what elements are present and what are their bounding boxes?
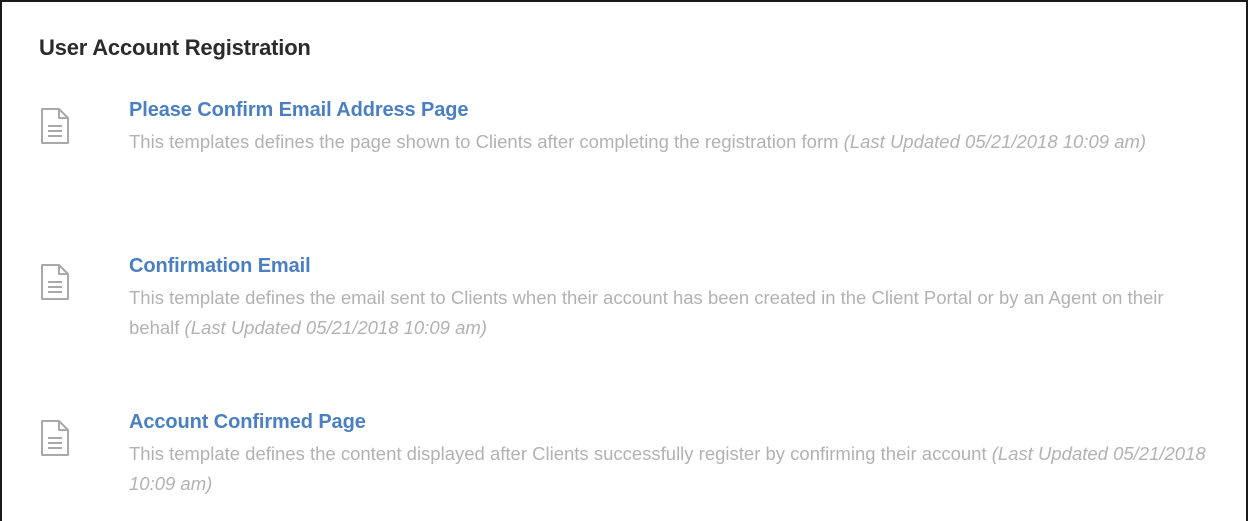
last-updated: (Last Updated 05/21/2018 10:09 am) [184,317,487,338]
template-item-please-confirm-email: Please Confirm Email Address Page This t… [2,97,1246,207]
last-updated: (Last Updated 05/21/2018 10:09 am) [843,131,1147,152]
document-icon [40,419,70,457]
template-item-confirmation-email: Confirmation Email This template defines… [2,253,1246,363]
section-title: User Account Registration [39,35,311,60]
template-description: This templates defines the page shown to… [129,127,1209,157]
template-link-account-confirmed[interactable]: Account Confirmed Page [129,409,1209,435]
document-icon [40,107,70,145]
description-text: This template defines the content displa… [129,443,987,464]
template-description: This template defines the email sent to … [129,283,1209,343]
template-item-account-confirmed: Account Confirmed Page This template def… [2,409,1246,519]
template-link-confirmation-email[interactable]: Confirmation Email [129,253,1209,279]
document-icon [40,263,70,301]
template-link-please-confirm-email[interactable]: Please Confirm Email Address Page [129,97,1209,123]
description-text: This templates defines the page shown to… [129,131,839,152]
template-description: This template defines the content displa… [129,439,1209,499]
template-section-panel: User Account Registration Please Confirm… [0,0,1248,521]
